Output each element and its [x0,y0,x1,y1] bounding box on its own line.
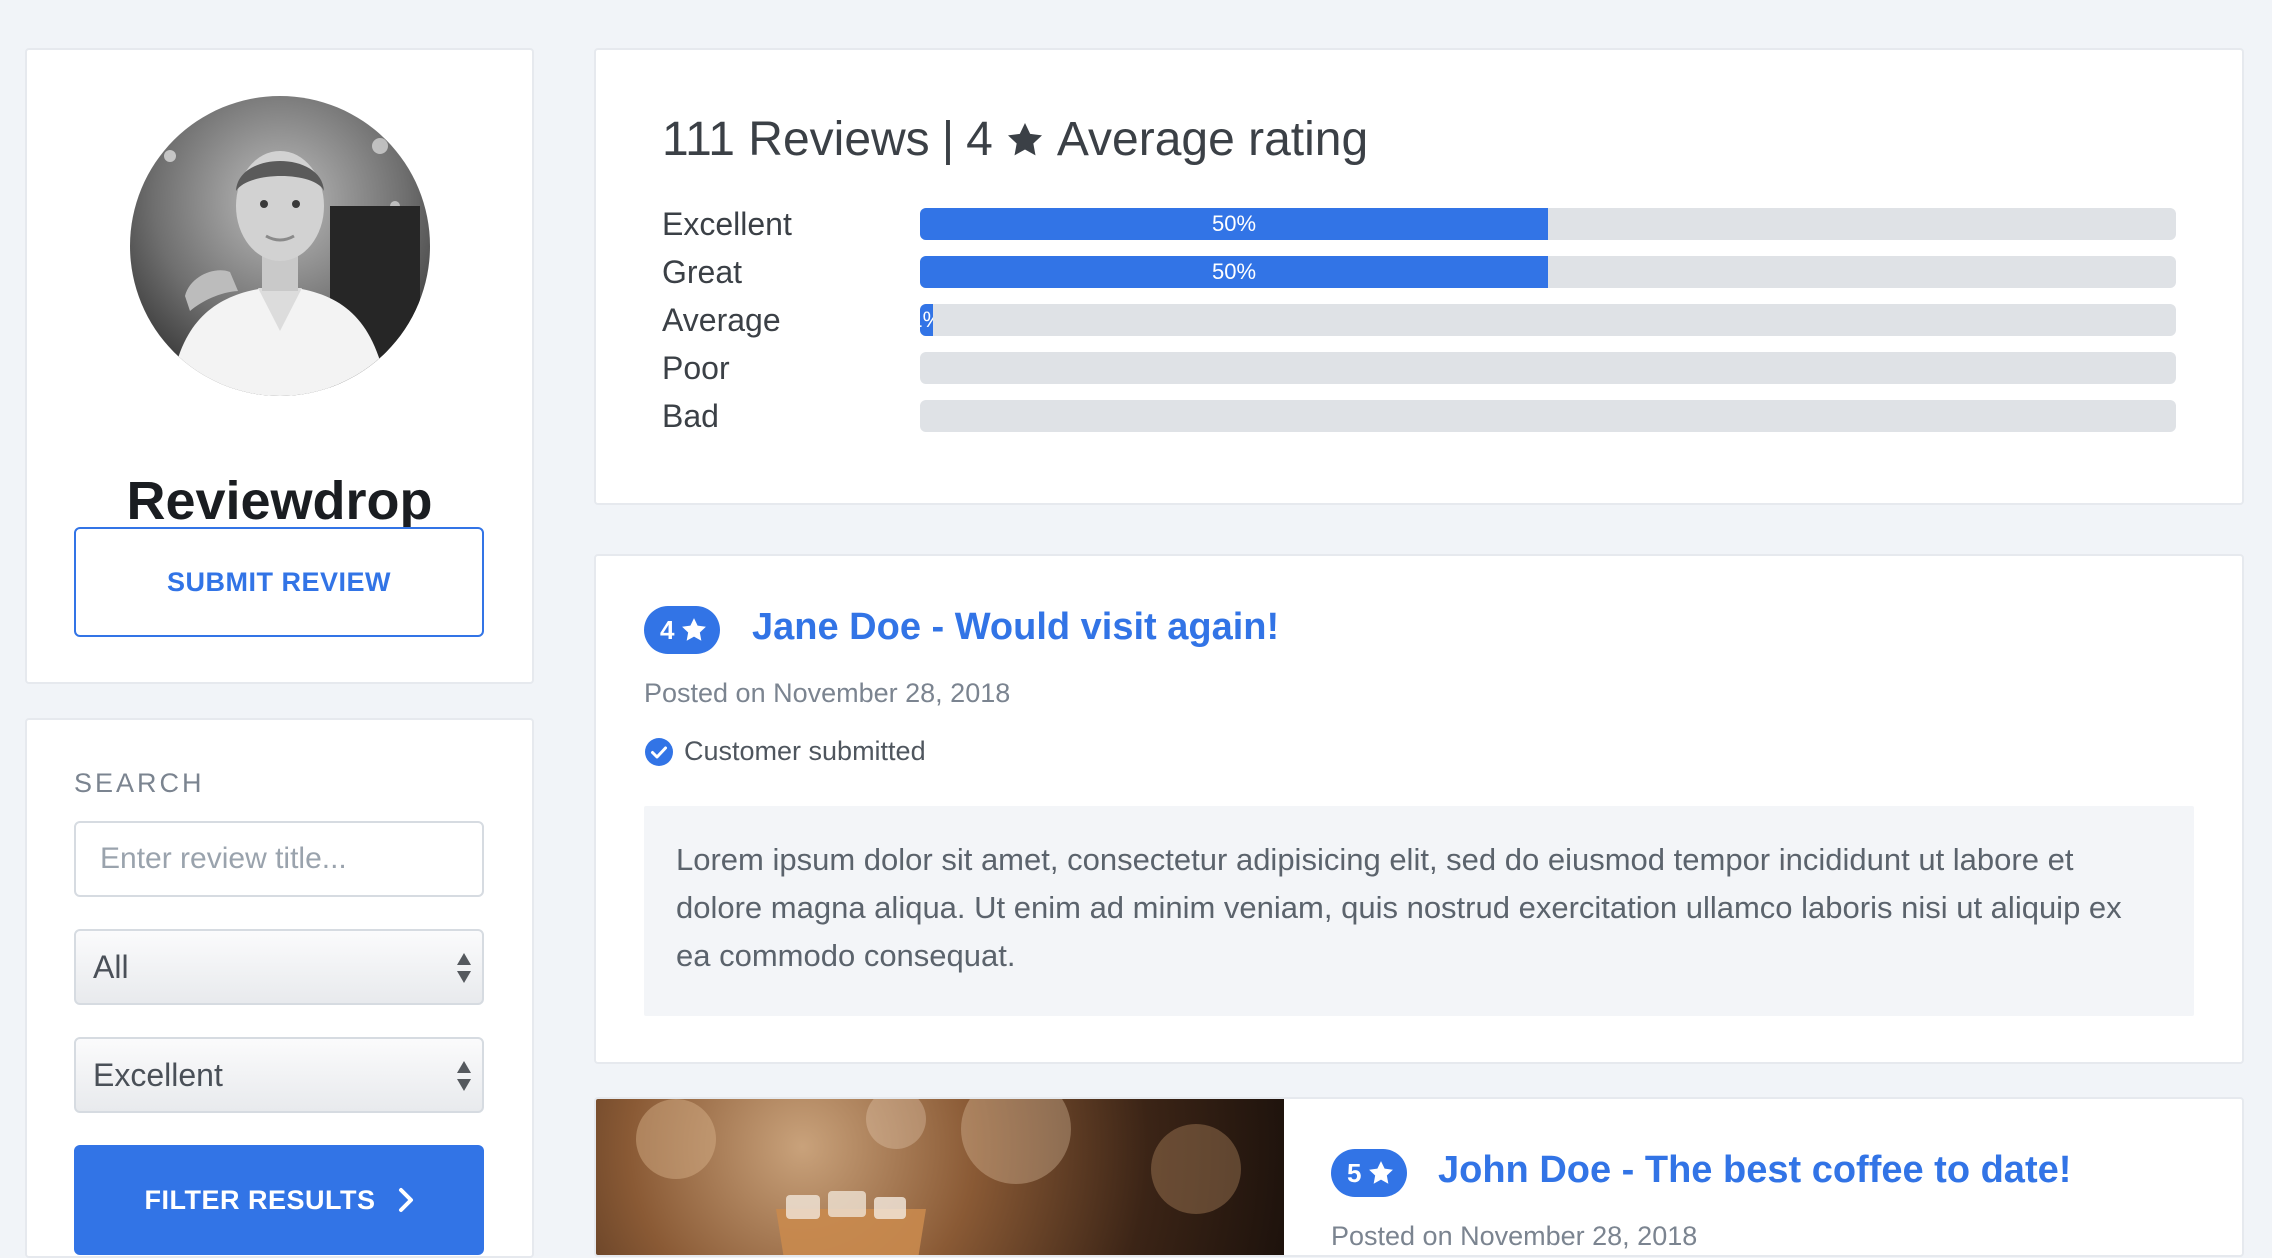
rating-bar-fill: 1% [920,304,933,336]
filter-select-rating-value: Excellent [93,1056,223,1093]
avatar [130,96,430,396]
reviews-count: 111 Reviews [662,113,930,166]
verified-label: Customer submitted [684,736,926,766]
rating-row-excellent: Excellent 50% [662,204,2182,244]
coffee-image [636,1099,1241,1255]
filter-select-rating[interactable]: Excellent [74,1037,484,1113]
rating-row-great: Great 50% [662,252,2182,292]
rating-bar-fill: 50% [920,208,1548,240]
summary-title: 111 Reviews | 4 Average rating [662,112,1368,167]
rating-row-bad: Bad [662,396,2182,436]
rating-bar-track [920,352,2176,384]
select-arrows-icon [457,1061,471,1091]
review-date: Posted on November 28, 2018 [644,678,1011,708]
chevron-right-icon [398,1188,413,1212]
review-rating-badge: 5 [1331,1149,1408,1197]
review-photo [596,1099,1284,1255]
review-rating-value: 5 [1347,1157,1362,1188]
search-card: SEARCH All Excellent FILTER RESULTS [25,718,534,1258]
rating-bar-fill: 50% [920,256,1548,288]
review-title-link[interactable]: Jane Doe - Would visit again! [752,606,1279,649]
review-rating-badge: 4 [644,606,721,654]
average-value: 4 [966,113,993,166]
submit-review-button[interactable]: SUBMIT REVIEW [74,527,484,637]
star-icon [682,618,707,641]
rating-row-poor: Poor [662,348,2182,388]
rating-label: Average [662,302,781,338]
select-arrows-icon [457,953,471,983]
review-card: 5 John Doe - The best coffee to date! Po… [594,1097,2244,1257]
rating-bar-track [920,400,2176,432]
rating-summary-card: 111 Reviews | 4 Average rating Excellent… [594,48,2244,505]
rating-row-average: Average 1% [662,300,2182,340]
search-label: SEARCH [74,768,205,798]
check-circle-icon [645,737,673,766]
profile-card: Reviewdrop SUBMIT REVIEW [25,48,534,684]
profile-name: Reviewdrop [126,471,433,531]
rating-bar-track: 50% [920,256,2176,288]
review-card: 4 Jane Doe - Would visit again! Posted o… [594,554,2244,1064]
review-title-link[interactable]: John Doe - The best coffee to date! [1438,1149,2071,1192]
title-separator: | [941,113,955,166]
rating-label: Great [662,254,743,290]
rating-bar-track: 50% [920,208,2176,240]
review-date: Posted on November 28, 2018 [1331,1221,1698,1251]
average-label: Average rating [1056,113,1369,166]
review-body: Lorem ipsum dolor sit amet, consectetur … [644,806,2194,1016]
rating-label: Bad [662,398,719,434]
rating-label: Excellent [662,206,792,242]
search-input[interactable] [74,821,484,897]
filter-select-type-value: All [93,948,129,985]
verified-badge: Customer submitted [644,736,926,767]
star-icon [1007,122,1042,155]
filter-results-button[interactable]: FILTER RESULTS [74,1145,484,1255]
filter-select-type[interactable]: All [74,929,484,1005]
filter-results-label: FILTER RESULTS [144,1184,376,1215]
review-rating-value: 4 [660,614,675,645]
avatar-photo [130,96,430,396]
star-icon [1369,1161,1394,1184]
rating-bar-track: 1% [920,304,2176,336]
rating-label: Poor [662,350,730,386]
